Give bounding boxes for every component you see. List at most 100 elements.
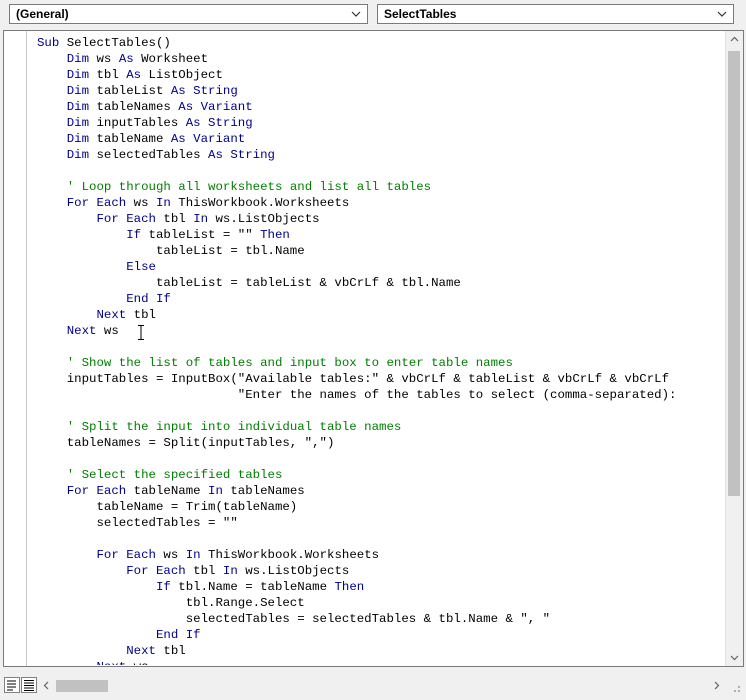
code-keyword: Else bbox=[126, 260, 156, 274]
procedure-dropdown[interactable]: SelectTables bbox=[377, 4, 734, 24]
code-line[interactable]: inputTables = InputBox("Available tables… bbox=[37, 371, 721, 387]
code-pane[interactable]: Sub SelectTables() Dim ws As Worksheet D… bbox=[37, 35, 721, 665]
scroll-down-arrow-icon[interactable] bbox=[726, 649, 743, 666]
code-keyword: In bbox=[156, 196, 171, 210]
code-comment: ' Split the input into individual table … bbox=[66, 420, 402, 434]
code-keyword: As String bbox=[170, 84, 238, 98]
code-line[interactable]: Dim tbl As ListObject bbox=[37, 67, 721, 83]
code-line[interactable]: Next tbl bbox=[37, 643, 721, 659]
code-keyword: In bbox=[222, 564, 238, 578]
code-line[interactable]: tableList = tableList & vbCrLf & tbl.Nam… bbox=[37, 275, 721, 291]
code-text: tbl.Range.Select bbox=[37, 596, 305, 610]
code-text: tableNames = Split(inputTables, ",") bbox=[37, 436, 335, 450]
code-keyword: In bbox=[193, 212, 209, 226]
code-line[interactable] bbox=[37, 403, 721, 419]
code-keyword: For Each bbox=[126, 564, 186, 578]
code-line[interactable]: tableNames = Split(inputTables, ",") bbox=[37, 435, 721, 451]
margin-indicator-bar[interactable] bbox=[4, 31, 27, 666]
code-line[interactable]: ' Split the input into individual table … bbox=[37, 419, 721, 435]
resize-grip-icon[interactable] bbox=[729, 681, 741, 693]
horizontal-scroll-thumb[interactable] bbox=[56, 680, 108, 692]
code-line[interactable]: Else bbox=[37, 259, 721, 275]
code-keyword: Sub bbox=[37, 36, 67, 50]
code-line[interactable]: selectedTables = selectedTables & tbl.Na… bbox=[37, 611, 721, 627]
code-line[interactable]: Dim tableName As Variant bbox=[37, 131, 721, 147]
code-line[interactable]: Dim tableList As String bbox=[37, 83, 721, 99]
code-line[interactable]: Dim selectedTables As String bbox=[37, 147, 721, 163]
code-text: tableName bbox=[126, 484, 209, 498]
code-line[interactable]: ' Select the specified tables bbox=[37, 467, 721, 483]
code-line[interactable]: For Each tableName In tableNames bbox=[37, 483, 721, 499]
code-line[interactable]: ' Show the list of tables and input box … bbox=[37, 355, 721, 371]
code-text: tableNames bbox=[222, 484, 305, 498]
code-line[interactable]: tableName = Trim(tableName) bbox=[37, 499, 721, 515]
code-line[interactable] bbox=[37, 163, 721, 179]
code-line[interactable]: For Each tbl In ws.ListObjects bbox=[37, 211, 721, 227]
code-line[interactable]: End If bbox=[37, 627, 721, 643]
code-line[interactable]: Dim ws As Worksheet bbox=[37, 51, 721, 67]
scroll-left-arrow-icon[interactable] bbox=[38, 677, 55, 694]
code-line[interactable]: Sub SelectTables() bbox=[37, 35, 721, 51]
code-line[interactable]: Dim tableNames As Variant bbox=[37, 99, 721, 115]
code-line[interactable]: tableList = tbl.Name bbox=[37, 243, 721, 259]
code-line[interactable]: Dim inputTables As String bbox=[37, 115, 721, 131]
object-dropdown[interactable]: (General) bbox=[9, 4, 368, 24]
code-keyword: Next bbox=[66, 324, 97, 338]
horizontal-scrollbar[interactable] bbox=[38, 677, 725, 694]
code-line[interactable]: End If bbox=[37, 291, 721, 307]
code-text: tableNames bbox=[89, 100, 179, 114]
code-line[interactable] bbox=[37, 531, 721, 547]
code-keyword: Next bbox=[96, 308, 127, 322]
code-line[interactable] bbox=[37, 339, 721, 355]
code-keyword: Next bbox=[126, 644, 156, 658]
code-keyword: For Each bbox=[96, 548, 157, 562]
scroll-up-arrow-icon[interactable] bbox=[726, 31, 743, 48]
code-keyword: For Each bbox=[66, 484, 127, 498]
code-line[interactable]: If tbl.Name = tableName Then bbox=[37, 579, 721, 595]
code-keyword: As String bbox=[185, 116, 253, 130]
code-text: inputTables = InputBox("Available tables… bbox=[37, 372, 670, 386]
code-line[interactable]: Next ws bbox=[37, 659, 721, 665]
code-text: "Enter the names of the tables to select… bbox=[37, 388, 677, 402]
chevron-down-icon bbox=[717, 11, 727, 17]
code-text: tableName bbox=[89, 132, 171, 146]
code-keyword: Dim bbox=[66, 100, 90, 114]
code-text: tbl bbox=[185, 564, 223, 578]
procedure-view-button[interactable] bbox=[4, 677, 20, 693]
scroll-right-arrow-icon[interactable] bbox=[708, 677, 725, 694]
code-line[interactable]: Next tbl bbox=[37, 307, 721, 323]
full-module-view-button[interactable] bbox=[21, 677, 37, 693]
code-line[interactable]: selectedTables = "" bbox=[37, 515, 721, 531]
code-keyword: For Each bbox=[66, 196, 127, 210]
code-keyword: If bbox=[155, 580, 171, 594]
code-text: selectedTables bbox=[89, 148, 209, 162]
code-keyword: Dim bbox=[66, 84, 90, 98]
code-line[interactable]: "Enter the names of the tables to select… bbox=[37, 387, 721, 403]
code-keyword: Then bbox=[260, 228, 290, 242]
i-beam-cursor-icon bbox=[138, 325, 144, 340]
object-dropdown-value: (General) bbox=[16, 7, 69, 21]
vertical-scroll-thumb[interactable] bbox=[728, 51, 740, 496]
code-line[interactable]: For Each ws In ThisWorkbook.Worksheets bbox=[37, 195, 721, 211]
code-text: tableList bbox=[89, 84, 171, 98]
vertical-scrollbar[interactable] bbox=[725, 31, 743, 666]
code-line[interactable]: ' Loop through all worksheets and list a… bbox=[37, 179, 721, 195]
code-editor[interactable]: Sub SelectTables() Dim ws As Worksheet D… bbox=[3, 30, 744, 667]
code-text: selectedTables = selectedTables & tbl.Na… bbox=[37, 612, 551, 626]
code-line[interactable]: tbl.Range.Select bbox=[37, 595, 721, 611]
code-line[interactable]: For Each ws In ThisWorkbook.Worksheets bbox=[37, 547, 721, 563]
code-keyword: As bbox=[118, 52, 134, 66]
code-line[interactable]: For Each tbl In ws.ListObjects bbox=[37, 563, 721, 579]
code-line[interactable] bbox=[37, 451, 721, 467]
code-keyword: As String bbox=[208, 148, 275, 162]
code-line[interactable]: If tableList = "" Then bbox=[37, 227, 721, 243]
